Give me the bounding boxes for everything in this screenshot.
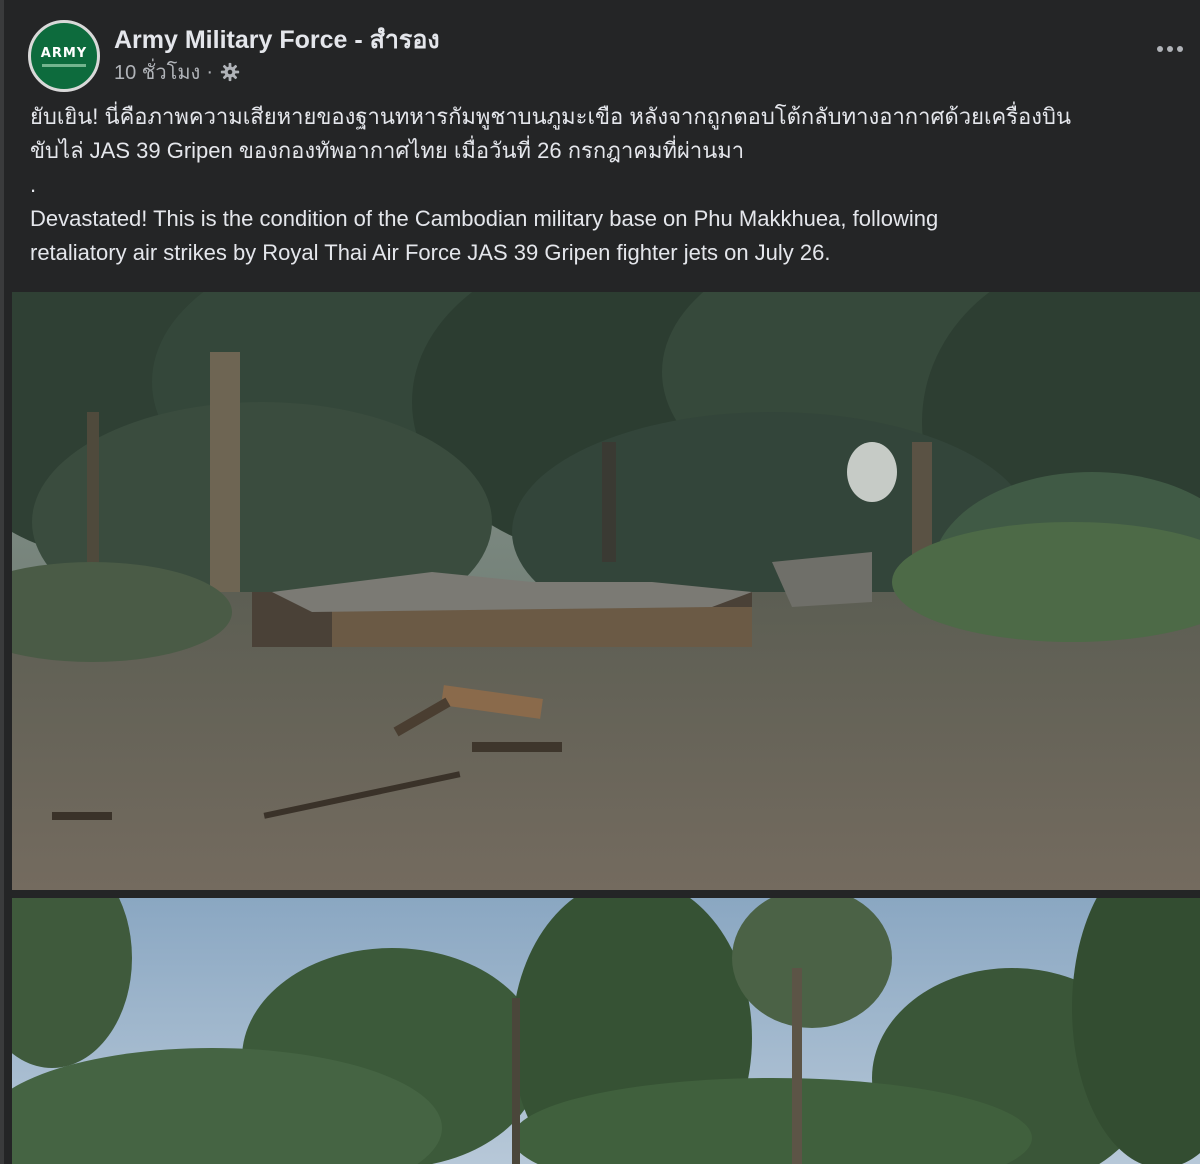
more-options-button[interactable] [1150, 36, 1190, 62]
english-text-line: retaliatory air strikes by Royal Thai Ai… [30, 240, 831, 265]
english-text-line: Devastated! This is the condition of the… [30, 206, 939, 231]
post-header: ARMY Army Military Force - สำรอง 10 ชั่ว… [24, 16, 1194, 92]
more-options-dot [1167, 46, 1173, 52]
page-avatar[interactable]: ARMY [28, 20, 100, 92]
more-options-dot [1177, 46, 1183, 52]
thai-text-line: ขับไล่ JAS 39 Gripen ของกองทัพอากาศไทย เ… [30, 138, 745, 163]
more-options-icon [1157, 46, 1163, 52]
gear-icon[interactable] [219, 61, 241, 83]
thai-text-line: ยับเยิน! นี่คือภาพความเสียหายของฐานทหารก… [30, 104, 1071, 129]
text-separator: . [30, 172, 37, 197]
meta-separator: · [206, 60, 213, 83]
post-timestamp[interactable]: 10 ชั่วโมง [114, 56, 200, 88]
post-photo-trees[interactable] [12, 898, 1200, 1164]
avatar-logo-text: ARMY [40, 45, 88, 61]
post-meta: 10 ชั่วโมง · [114, 56, 241, 88]
facebook-post: ARMY Army Military Force - สำรอง 10 ชั่ว… [0, 0, 1200, 1164]
page-name-link[interactable]: Army Military Force - สำรอง [114, 20, 440, 60]
post-photo-damaged-base[interactable] [12, 292, 1200, 890]
post-text: ยับเยิน! นี่คือภาพความเสียหายของฐานทหารก… [30, 100, 1190, 270]
avatar-underline [42, 63, 86, 67]
